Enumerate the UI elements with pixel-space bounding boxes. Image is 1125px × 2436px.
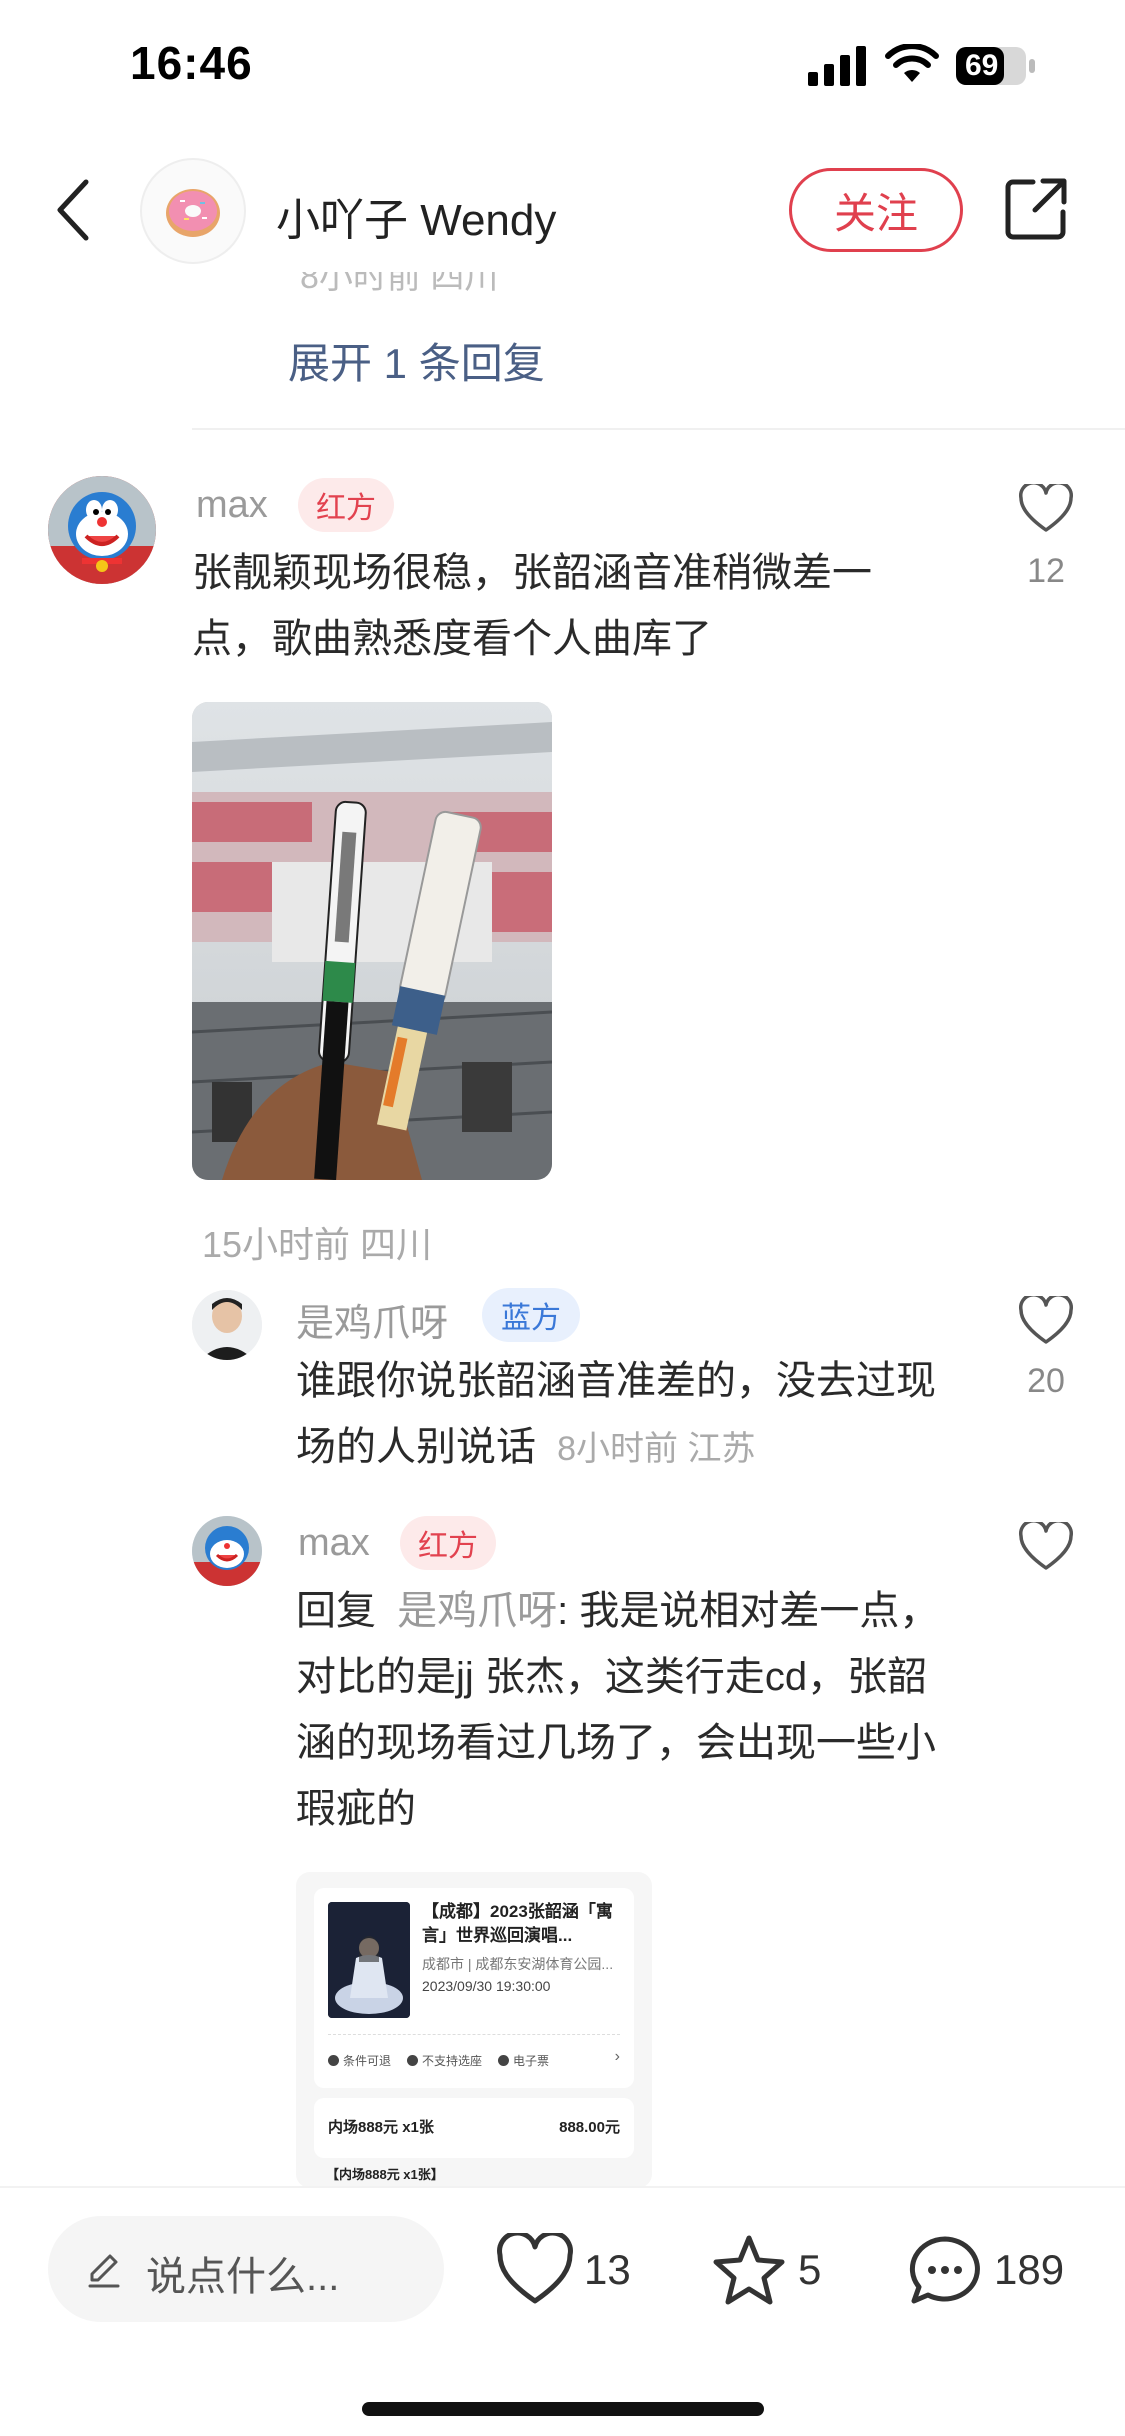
battery-level: 69 xyxy=(965,49,999,82)
comment-input[interactable]: 说点什么... xyxy=(48,2216,444,2322)
divider xyxy=(328,2034,620,2035)
camp-tag: 蓝方 xyxy=(482,1288,580,1342)
like-icon[interactable] xyxy=(1018,1522,1074,1572)
divider xyxy=(192,428,1125,430)
bottom-bar: 说点什么... 13 5 189 xyxy=(0,2186,1125,2436)
post-like-count: 13 xyxy=(584,2246,631,2293)
star-icon xyxy=(713,2235,785,2305)
ticket-card: 【成都】2023张韶涵「寓言」世界巡回演唱... 成都市 | 成都东安湖体育公园… xyxy=(314,1888,634,2088)
truncated-meta: 8小时前 四川 xyxy=(300,272,499,296)
comment-photo[interactable] xyxy=(192,702,552,1180)
donut-icon xyxy=(166,189,220,237)
author-name[interactable]: 小吖子 Wendy xyxy=(276,184,556,248)
ticket-seat: 内场888元 x1张 xyxy=(328,2119,434,2136)
reply-meta: 8小时前 江苏 xyxy=(557,1430,756,1468)
replier-avatar[interactable] xyxy=(192,1516,262,1586)
reply-prefix: 回复 xyxy=(296,1589,376,1633)
status-time: 16:46 xyxy=(130,37,253,89)
home-indicator[interactable] xyxy=(362,2402,764,2416)
reply-to-username[interactable]: 是鸡爪呀 xyxy=(397,1589,557,1633)
back-icon[interactable] xyxy=(52,178,92,242)
check-icon xyxy=(328,2055,339,2066)
ticket-datetime: 2023/09/30 19:30:00 xyxy=(422,1978,551,1994)
battery-icon: 69 xyxy=(955,46,1037,86)
comment-text[interactable]: 张靓颖现场很稳，张韶涵音准稍微差一点，歌曲熟悉度看个人曲库了 xyxy=(192,540,932,672)
doraemon-avatar-icon xyxy=(192,1516,262,1586)
ticket-price: 888.00元 xyxy=(559,2119,620,2136)
signal-icon xyxy=(808,46,866,86)
follow-button[interactable]: 关注 xyxy=(789,168,963,252)
replier-avatar[interactable] xyxy=(192,1290,262,1360)
reply-text[interactable]: 谁跟你说张韶涵音准差的，没去过现场的人别说话 8小时前 江苏 xyxy=(296,1348,946,1482)
share-icon[interactable] xyxy=(1003,176,1069,242)
reply-text[interactable]: 回复 是鸡爪呀: 我是说相对差一点，对比的是jj 张杰，这类行走cd，张韶涵的现… xyxy=(296,1578,956,1842)
ticket-screenshot[interactable]: 【成都】2023张韶涵「寓言」世界巡回演唱... 成都市 | 成都东安湖体育公园… xyxy=(296,1872,652,2188)
author-avatar[interactable] xyxy=(140,158,246,264)
expand-replies-link[interactable]: 展开 1 条回复 xyxy=(288,330,545,391)
doraemon-avatar-icon xyxy=(48,476,156,584)
concert-poster xyxy=(328,1902,410,2018)
ticket-price-row: 内场888元 x1张 888.00元 xyxy=(314,2098,634,2158)
heart-icon xyxy=(497,2233,573,2304)
camp-tag: 红方 xyxy=(298,478,394,532)
comment-icon xyxy=(909,2236,980,2304)
check-icon xyxy=(407,2055,419,2066)
wifi-icon xyxy=(885,44,939,82)
like-post-button[interactable]: 13 xyxy=(496,2230,631,2310)
collect-button[interactable]: 5 xyxy=(710,2230,821,2310)
commenter-avatar[interactable] xyxy=(48,476,156,584)
post-collect-count: 5 xyxy=(798,2246,822,2293)
ticket-flag: 条件可退 xyxy=(328,2052,391,2069)
ticket-venue: 成都市 | 成都东安湖体育公园... xyxy=(422,1956,614,1972)
comment-meta: 15小时前 四川 xyxy=(202,1224,433,1265)
post-comment-count: 189 xyxy=(994,2246,1065,2293)
ticket-flag: 不支持选座 xyxy=(407,2052,482,2069)
pencil-icon xyxy=(88,2254,120,2288)
reply-body: : 我是说相对差一点，对比的是jj 张杰，这类行走cd，张韶涵的现场看过几场了，… xyxy=(296,1589,940,1831)
ticket-sub-label: 【内场888元 x1张】 xyxy=(326,2167,444,2182)
like-count: 12 xyxy=(1027,552,1065,590)
comment-button[interactable]: 189 xyxy=(906,2230,1064,2310)
check-icon xyxy=(498,2055,510,2066)
concert-lightsticks-image xyxy=(192,702,552,1180)
replier-username[interactable]: 是鸡爪呀 xyxy=(296,1292,448,1347)
chevron-right-icon: › xyxy=(614,2048,620,2065)
like-icon[interactable] xyxy=(1018,484,1074,534)
commenter-username[interactable]: max xyxy=(196,484,268,527)
camp-tag: 红方 xyxy=(400,1516,496,1570)
person-avatar-icon xyxy=(192,1290,262,1360)
like-icon[interactable] xyxy=(1018,1296,1074,1346)
ticket-flags: 条件可退 不支持选座 电子票 xyxy=(328,2052,628,2069)
ticket-flag: 电子票 xyxy=(498,2052,549,2069)
ticket-title: 【成都】2023张韶涵「寓言」世界巡回演唱... xyxy=(422,1902,613,1945)
replier-username[interactable]: max xyxy=(298,1522,370,1565)
like-count: 20 xyxy=(1027,1362,1065,1400)
comment-input-placeholder: 说点什么... xyxy=(146,2255,340,2299)
